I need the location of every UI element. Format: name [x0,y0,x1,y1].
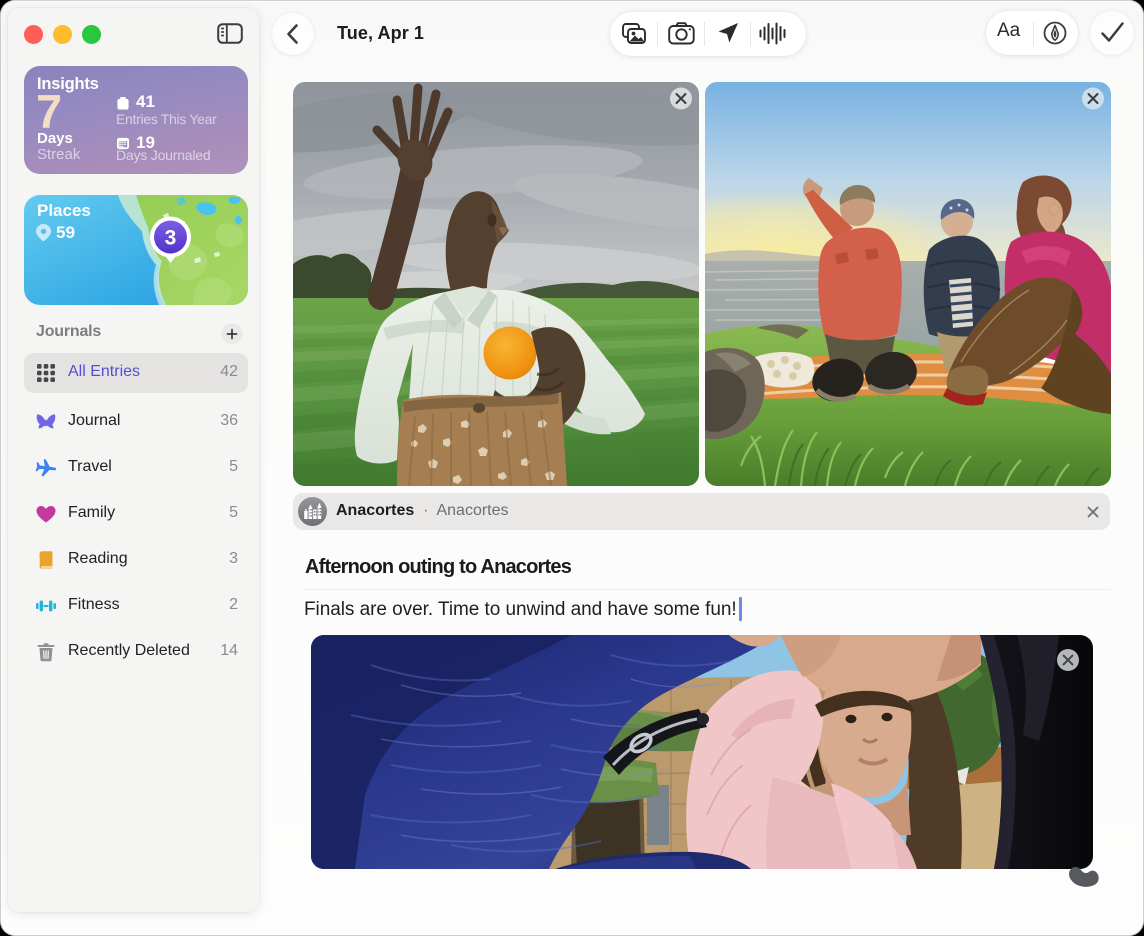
svg-text:3: 3 [165,227,177,250]
